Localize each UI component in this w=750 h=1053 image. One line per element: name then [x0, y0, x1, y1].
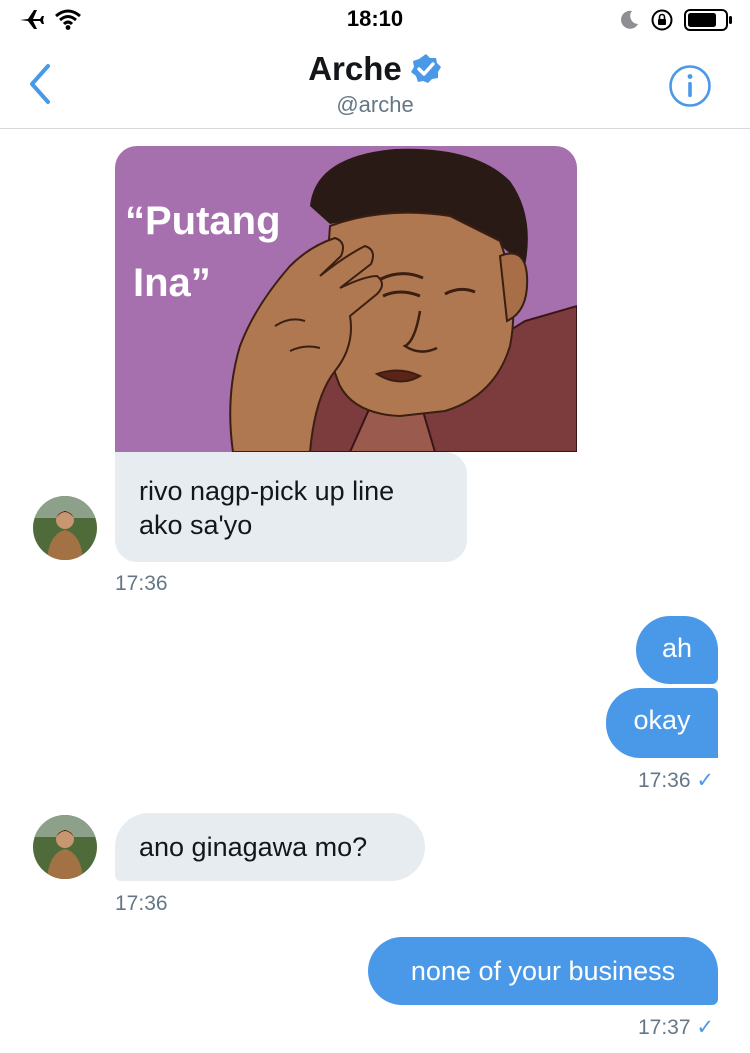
outgoing-message-bubble[interactable]: ah: [636, 616, 718, 684]
message-text: ah: [661, 633, 693, 663]
message-timestamp: 17:36: [637, 769, 691, 792]
message-text: okay: [633, 705, 691, 735]
battery-icon: [684, 9, 732, 31]
meme-caption-line1: “Putang: [125, 199, 281, 243]
title-area[interactable]: Arche @arche: [0, 50, 750, 118]
info-button[interactable]: [668, 64, 712, 108]
message-timestamp: 17:36: [115, 892, 168, 915]
message-timestamp: 17:36: [115, 572, 168, 595]
rotation-lock-icon: [651, 9, 673, 31]
meme-illustration: “Putang Ina”: [115, 146, 577, 452]
message-text: ano ginagawa mo?: [139, 832, 368, 862]
conversation-handle: @arche: [336, 92, 414, 117]
message-text: none of your business: [410, 956, 676, 986]
avatar-photo: [33, 496, 97, 560]
message-text-line: ako sa'yo: [139, 510, 253, 540]
checkmark-icon: ✓: [696, 1016, 714, 1039]
message-timestamp-row: 17:36 ✓: [638, 768, 714, 793]
status-bar: 18:10: [0, 0, 750, 40]
avatar-photo: [33, 815, 97, 879]
meme-caption-line2: Ina”: [133, 261, 211, 305]
checkmark-icon: ✓: [696, 769, 714, 792]
message-timestamp: 17:37: [637, 1016, 691, 1039]
status-right: [618, 8, 734, 32]
incoming-message-bubble[interactable]: ano ginagawa mo?: [115, 813, 425, 881]
info-icon: [669, 65, 711, 107]
avatar[interactable]: [33, 815, 97, 879]
avatar[interactable]: [33, 496, 97, 560]
outgoing-message-bubble[interactable]: none of your business: [368, 937, 718, 1005]
moon-icon: [621, 10, 638, 29]
image-message[interactable]: “Putang Ina”: [115, 146, 577, 452]
outgoing-message-bubble[interactable]: okay: [606, 688, 718, 758]
conversation-title: Arche: [308, 50, 402, 87]
message-text-line: rivo nagp-pick up line: [139, 476, 395, 506]
verified-badge-icon: [410, 54, 441, 83]
incoming-message-bubble[interactable]: rivo nagp-pick up line ako sa'yo: [115, 452, 467, 562]
conversation-header: Arche @arche: [0, 40, 750, 129]
message-timestamp-row: 17:37 ✓: [638, 1015, 714, 1040]
